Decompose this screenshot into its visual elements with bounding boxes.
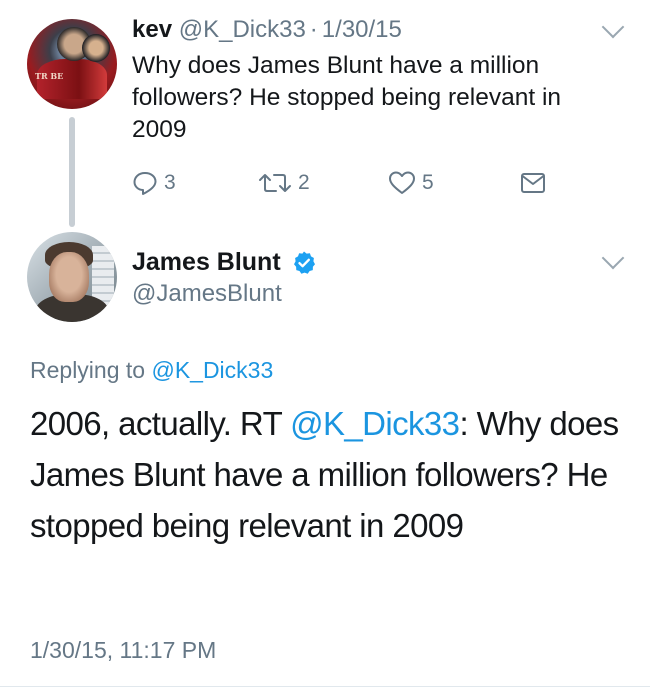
divider — [0, 686, 650, 687]
parent-author-name[interactable]: kev — [132, 16, 172, 43]
avatar-photo-lettering: TR BE — [35, 71, 64, 81]
verified-badge-icon — [293, 251, 315, 274]
avatar-photo-detail — [49, 252, 89, 302]
retweet-count: 2 — [298, 171, 310, 194]
thread-connector-line — [69, 117, 75, 227]
reply-icon — [133, 172, 157, 195]
main-tweet-text: 2006, actually. RT @K_Dick33: Why does J… — [30, 398, 630, 551]
like-icon — [389, 171, 415, 194]
header-separator: · — [309, 16, 318, 43]
main-tweet-text-start: 2006, actually. RT — [30, 405, 291, 442]
direct-message-icon — [521, 173, 545, 193]
chevron-down-icon[interactable] — [601, 15, 625, 39]
retweet-button[interactable]: 2 — [258, 170, 310, 196]
parent-author-handle[interactable]: @K_Dick33 — [179, 16, 306, 43]
like-count: 5 — [422, 171, 434, 194]
kev-avatar[interactable]: TR BE — [27, 19, 117, 109]
reply-button[interactable]: 3 — [132, 170, 176, 196]
mention-link[interactable]: @K_Dick33 — [290, 405, 460, 442]
main-author-name[interactable]: James Blunt — [132, 248, 281, 277]
reply-count: 3 — [164, 171, 176, 194]
replying-to-link[interactable]: @K_Dick33 — [151, 357, 273, 383]
parent-tweet-header: kev @K_Dick33 · 1/30/15 — [132, 16, 402, 44]
main-tweet-author-row: James Blunt — [132, 248, 317, 277]
retweet-icon — [259, 174, 291, 192]
parent-tweet-text: Why does James Blunt have a million foll… — [132, 52, 562, 143]
chevron-down-icon[interactable] — [601, 246, 625, 270]
replying-to-label: Replying to — [30, 357, 152, 383]
james-blunt-avatar[interactable] — [27, 232, 117, 322]
main-author-handle[interactable]: @JamesBlunt — [132, 280, 282, 308]
like-button[interactable]: 5 — [388, 170, 434, 196]
tweet-timestamp[interactable]: 1/30/15, 11:17 PM — [30, 637, 216, 664]
replying-to-line: Replying to @K_Dick33 — [30, 357, 273, 384]
parent-tweet-date[interactable]: 1/30/15 — [322, 16, 402, 43]
direct-message-button[interactable] — [520, 172, 546, 194]
avatar-photo-detail — [82, 34, 110, 62]
